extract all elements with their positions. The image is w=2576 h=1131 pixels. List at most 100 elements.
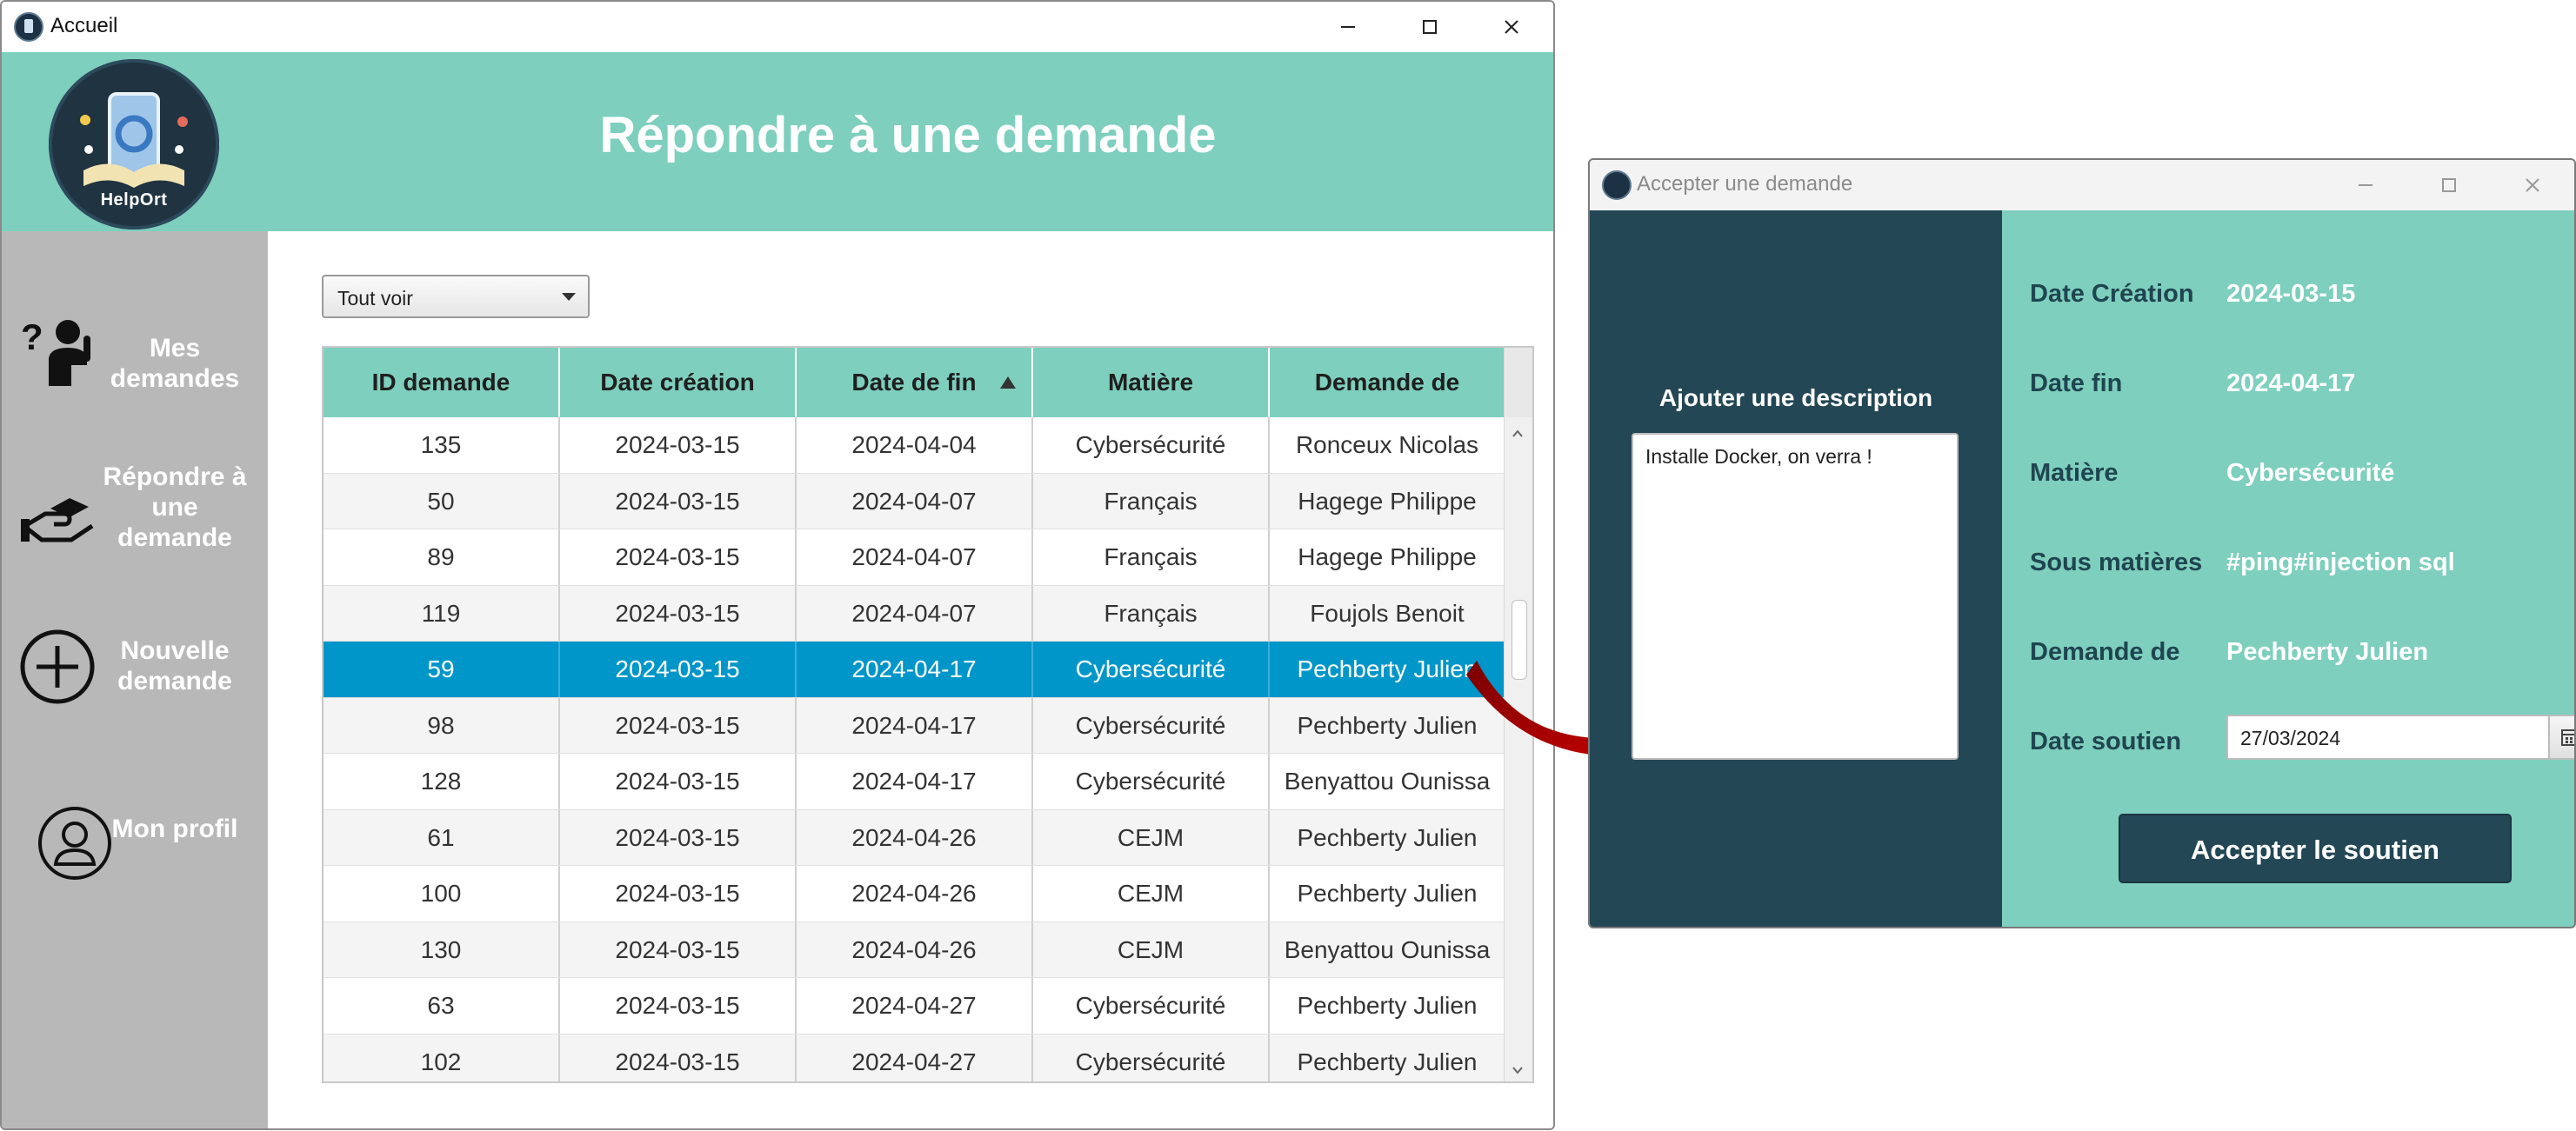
scrollbar-header-corner	[1505, 348, 1532, 417]
table-row[interactable]: 102 2024-03-15 2024-04-27 Cybersécurité Pech…	[324, 1034, 1506, 1081]
table-cell: CEJM	[1033, 921, 1270, 977]
table-cell: 89	[324, 529, 560, 585]
scroll-down-icon[interactable]	[1512, 1064, 1524, 1076]
table-cell: 2024-04-26	[797, 866, 1033, 921]
window-title: Accueil	[50, 14, 118, 37]
table-cell: 2024-03-15	[560, 473, 797, 529]
field-label-matiere: Matière	[2030, 459, 2119, 487]
column-header[interactable]: Date création	[560, 348, 797, 417]
table-cell: 63	[324, 978, 560, 1034]
app-icon	[1602, 170, 1632, 200]
table-cell: 2024-03-15	[560, 585, 797, 641]
table-row[interactable]: 61 2024-03-15 2024-04-26 CEJM Pechberty Juli…	[324, 809, 1506, 866]
table-cell: 2024-03-15	[560, 529, 797, 585]
minimize-icon	[2359, 184, 2372, 186]
table-row[interactable]: 89 2024-03-15 2024-04-07 Français Hagege Phi…	[324, 529, 1506, 586]
column-header[interactable]: Date de fin	[797, 348, 1033, 417]
field-value-matiere: Cybersécurité	[2226, 459, 2395, 487]
filter-selected-value: Tout voir	[337, 287, 413, 309]
scroll-up-icon[interactable]	[1512, 428, 1524, 440]
table-cell: Hagege Philippe	[1270, 529, 1506, 585]
table-cell: Pechberty Julien	[1270, 978, 1506, 1034]
table-cell: 2024-04-26	[797, 921, 1033, 977]
table-header: ID demande Date création Date de fin Matièr…	[324, 348, 1506, 417]
table-cell: Pechberty Julien	[1270, 1034, 1506, 1081]
table-row[interactable]: 50 2024-03-15 2024-04-07 Français Hagege Phi…	[324, 473, 1506, 529]
dialog-title: Accepter une demande	[1637, 172, 1853, 196]
table-cell: Ronceux Nicolas	[1270, 417, 1506, 473]
sidebar-item-nouvelle-demande[interactable]: Nouvelle demande	[2, 601, 268, 748]
table-cell: Pechberty Julien	[1270, 809, 1506, 865]
column-header-label: Demande de	[1314, 369, 1460, 396]
table-cell: 2024-03-15	[560, 417, 797, 473]
table-row[interactable]: 63 2024-03-15 2024-04-27 Cybersécurité Pechb…	[324, 978, 1506, 1035]
field-value-date-creation: 2024-03-15	[2226, 280, 2356, 308]
dialog-description-panel: Ajouter une description Installe Docker,…	[1590, 210, 2002, 927]
dialog-close-button[interactable]	[2506, 165, 2559, 205]
table-cell: Foujols Benoit	[1270, 585, 1506, 641]
dialog-maximize-button[interactable]	[2423, 165, 2475, 205]
table-cell: Pechberty Julien	[1270, 866, 1506, 921]
table-row[interactable]: 135 2024-03-15 2024-04-04 Cybersécurité Ronc…	[324, 417, 1506, 474]
table-cell: 2024-03-15	[560, 978, 797, 1034]
table-cell: Hagege Philippe	[1270, 473, 1506, 529]
plus-circle-icon	[20, 629, 95, 704]
sidebar-item-label: Mon profil	[111, 815, 238, 843]
table-cell: 130	[324, 921, 560, 977]
date-picker-button[interactable]	[2548, 715, 2574, 760]
table-body: 135 2024-03-15 2024-04-04 Cybersécurité Ronc…	[324, 417, 1506, 1081]
table-row[interactable]: 100 2024-03-15 2024-04-26 CEJM Pechberty Jul…	[324, 866, 1506, 922]
table-cell: 2024-03-15	[560, 1034, 797, 1081]
table-cell: Cybersécurité	[1033, 978, 1270, 1034]
table-cell: 2024-04-04	[797, 417, 1033, 473]
close-button[interactable]	[1485, 7, 1538, 47]
close-icon	[2526, 178, 2539, 192]
table-cell: Cybersécurité	[1033, 697, 1270, 753]
main-titlebar[interactable]: Accueil	[2, 2, 1553, 52]
table-cell: Cybersécurité	[1033, 754, 1270, 809]
column-header[interactable]: ID demande	[324, 348, 560, 417]
dialog-details-panel: Date Création 2024-03-15 Date fin 2024-0…	[2002, 210, 2574, 927]
column-header[interactable]: Matière	[1033, 348, 1270, 417]
chevron-down-icon	[562, 293, 576, 301]
table-cell: 2024-03-15	[560, 866, 797, 921]
calendar-icon	[2561, 729, 2574, 746]
table-cell: Cybersécurité	[1033, 642, 1270, 697]
sidebar-item-repondre[interactable]: Répondre à une demande	[2, 444, 268, 592]
table-cell: 2024-03-15	[560, 809, 797, 865]
close-icon	[1505, 20, 1518, 34]
table-cell: 119	[324, 585, 560, 641]
table-row[interactable]: 98 2024-03-15 2024-04-17 Cybersécurité Pechb…	[324, 697, 1506, 754]
table-row[interactable]: 59 2024-03-15 2024-04-17 Cybersécurité Pechb…	[324, 642, 1506, 698]
helport-logo: HelpOrt	[49, 59, 219, 230]
column-header-label: Matière	[1107, 369, 1194, 396]
filter-dropdown[interactable]: Tout voir	[322, 275, 590, 318]
field-label-sous-matieres: Sous matières	[2030, 549, 2203, 576]
accept-request-dialog: Accepter une demande Ajouter une descrip…	[1588, 158, 2576, 928]
table-cell: Français	[1033, 529, 1270, 585]
table-cell: Cybersécurité	[1033, 417, 1270, 473]
column-header[interactable]: Demande de	[1270, 348, 1506, 417]
sidebar-item-mon-profil[interactable]: Mon profil	[2, 779, 268, 927]
sidebar-item-mes-demandes[interactable]: ? Mes demandes	[2, 283, 268, 431]
minimize-button[interactable]	[1322, 7, 1374, 47]
table-row[interactable]: 119 2024-03-15 2024-04-07 Français Foujols B…	[324, 585, 1506, 642]
maximize-button[interactable]	[1404, 7, 1456, 47]
accept-support-button[interactable]: Accepter le soutien	[2119, 814, 2512, 883]
date-soutien-input[interactable]: 27/03/2024	[2226, 715, 2550, 760]
table-cell: 2024-04-17	[797, 697, 1033, 753]
table-row[interactable]: 128 2024-03-15 2024-04-17 Cybersécurité Beny…	[324, 754, 1506, 810]
dialog-titlebar[interactable]: Accepter une demande	[1590, 160, 2574, 210]
sidebar-item-label: Répondre à une demande	[103, 462, 247, 552]
table-cell: 2024-04-07	[797, 585, 1033, 641]
description-textarea[interactable]: Installe Docker, on verra !	[1632, 433, 1959, 760]
table-cell: 2024-04-26	[797, 809, 1033, 865]
table-cell: 98	[324, 697, 560, 753]
dialog-minimize-button[interactable]	[2339, 165, 2392, 205]
table-cell: 2024-04-07	[797, 473, 1033, 529]
description-label: Ajouter une description	[1658, 384, 1933, 411]
requests-table: ID demande Date création Date de fin Matièr…	[322, 346, 1534, 1083]
table-row[interactable]: 130 2024-03-15 2024-04-26 CEJM Benyattou Oun…	[324, 921, 1506, 978]
table-cell: 2024-03-15	[560, 754, 797, 809]
table-cell: 50	[324, 473, 560, 529]
